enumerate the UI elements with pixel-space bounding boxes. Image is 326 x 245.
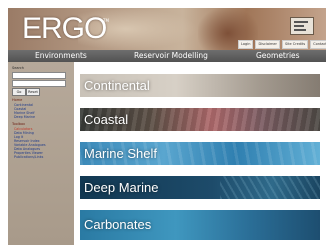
reset-button[interactable]: Reset: [26, 88, 40, 96]
banner-marine-shelf[interactable]: Marine Shelf: [80, 142, 320, 165]
sidebar-home-heading[interactable]: Home: [12, 98, 22, 102]
disclaimer-button[interactable]: Disclaimer: [255, 40, 280, 49]
go-button[interactable]: Go: [12, 88, 26, 96]
nav-environments[interactable]: Environments: [35, 50, 87, 62]
search-label: Search: [12, 66, 25, 70]
banner-marine-shelf-label: Marine Shelf: [84, 146, 157, 161]
banner-carbonates-label: Carbonates: [84, 217, 152, 232]
main-nav: Environments Reservoir Modelling Geometr…: [8, 50, 326, 62]
search-input[interactable]: [12, 72, 66, 79]
site-header: ERGO TM Login Disclaimer Site Credits Co…: [8, 8, 326, 50]
login-button[interactable]: Login: [238, 40, 254, 49]
banner-deep-marine[interactable]: Deep Marine: [80, 176, 320, 199]
banner-continental[interactable]: Continental: [80, 74, 320, 97]
sidebar-link-deep-marine[interactable]: Deep Marine: [14, 115, 35, 119]
browser-frame: ERGO TM Login Disclaimer Site Credits Co…: [8, 8, 326, 245]
contact-button[interactable]: Contact: [310, 40, 326, 49]
sidebar-tool-publications[interactable]: Publications/Links: [14, 155, 43, 159]
banner-deep-marine-label: Deep Marine: [84, 180, 159, 195]
logo-trademark: TM: [103, 18, 109, 23]
sidebar: Search Go Reset Home Continental Coastal…: [8, 62, 74, 245]
sidebar-toolbox-heading: Toolbox: [12, 122, 26, 126]
search-input-2[interactable]: [12, 80, 66, 87]
banner-coastal[interactable]: Coastal: [80, 108, 320, 131]
main-content: Continental Coastal Marine Shelf Deep Ma…: [74, 62, 326, 245]
partner-badge-icon[interactable]: [290, 17, 314, 35]
site-credits-button[interactable]: Site Credits: [281, 40, 309, 49]
banner-coastal-label: Coastal: [84, 112, 129, 127]
nav-geometries[interactable]: Geometries: [256, 50, 300, 62]
top-utility-buttons: Login Disclaimer Site Credits Contact: [238, 40, 326, 49]
banner-carbonates[interactable]: Carbonates: [80, 210, 320, 240]
ergo-logo[interactable]: ERGO: [22, 14, 107, 44]
nav-reservoir-modelling[interactable]: Reservoir Modelling: [134, 50, 208, 62]
banner-continental-label: Continental: [84, 78, 150, 93]
banner-texture: [220, 176, 320, 199]
